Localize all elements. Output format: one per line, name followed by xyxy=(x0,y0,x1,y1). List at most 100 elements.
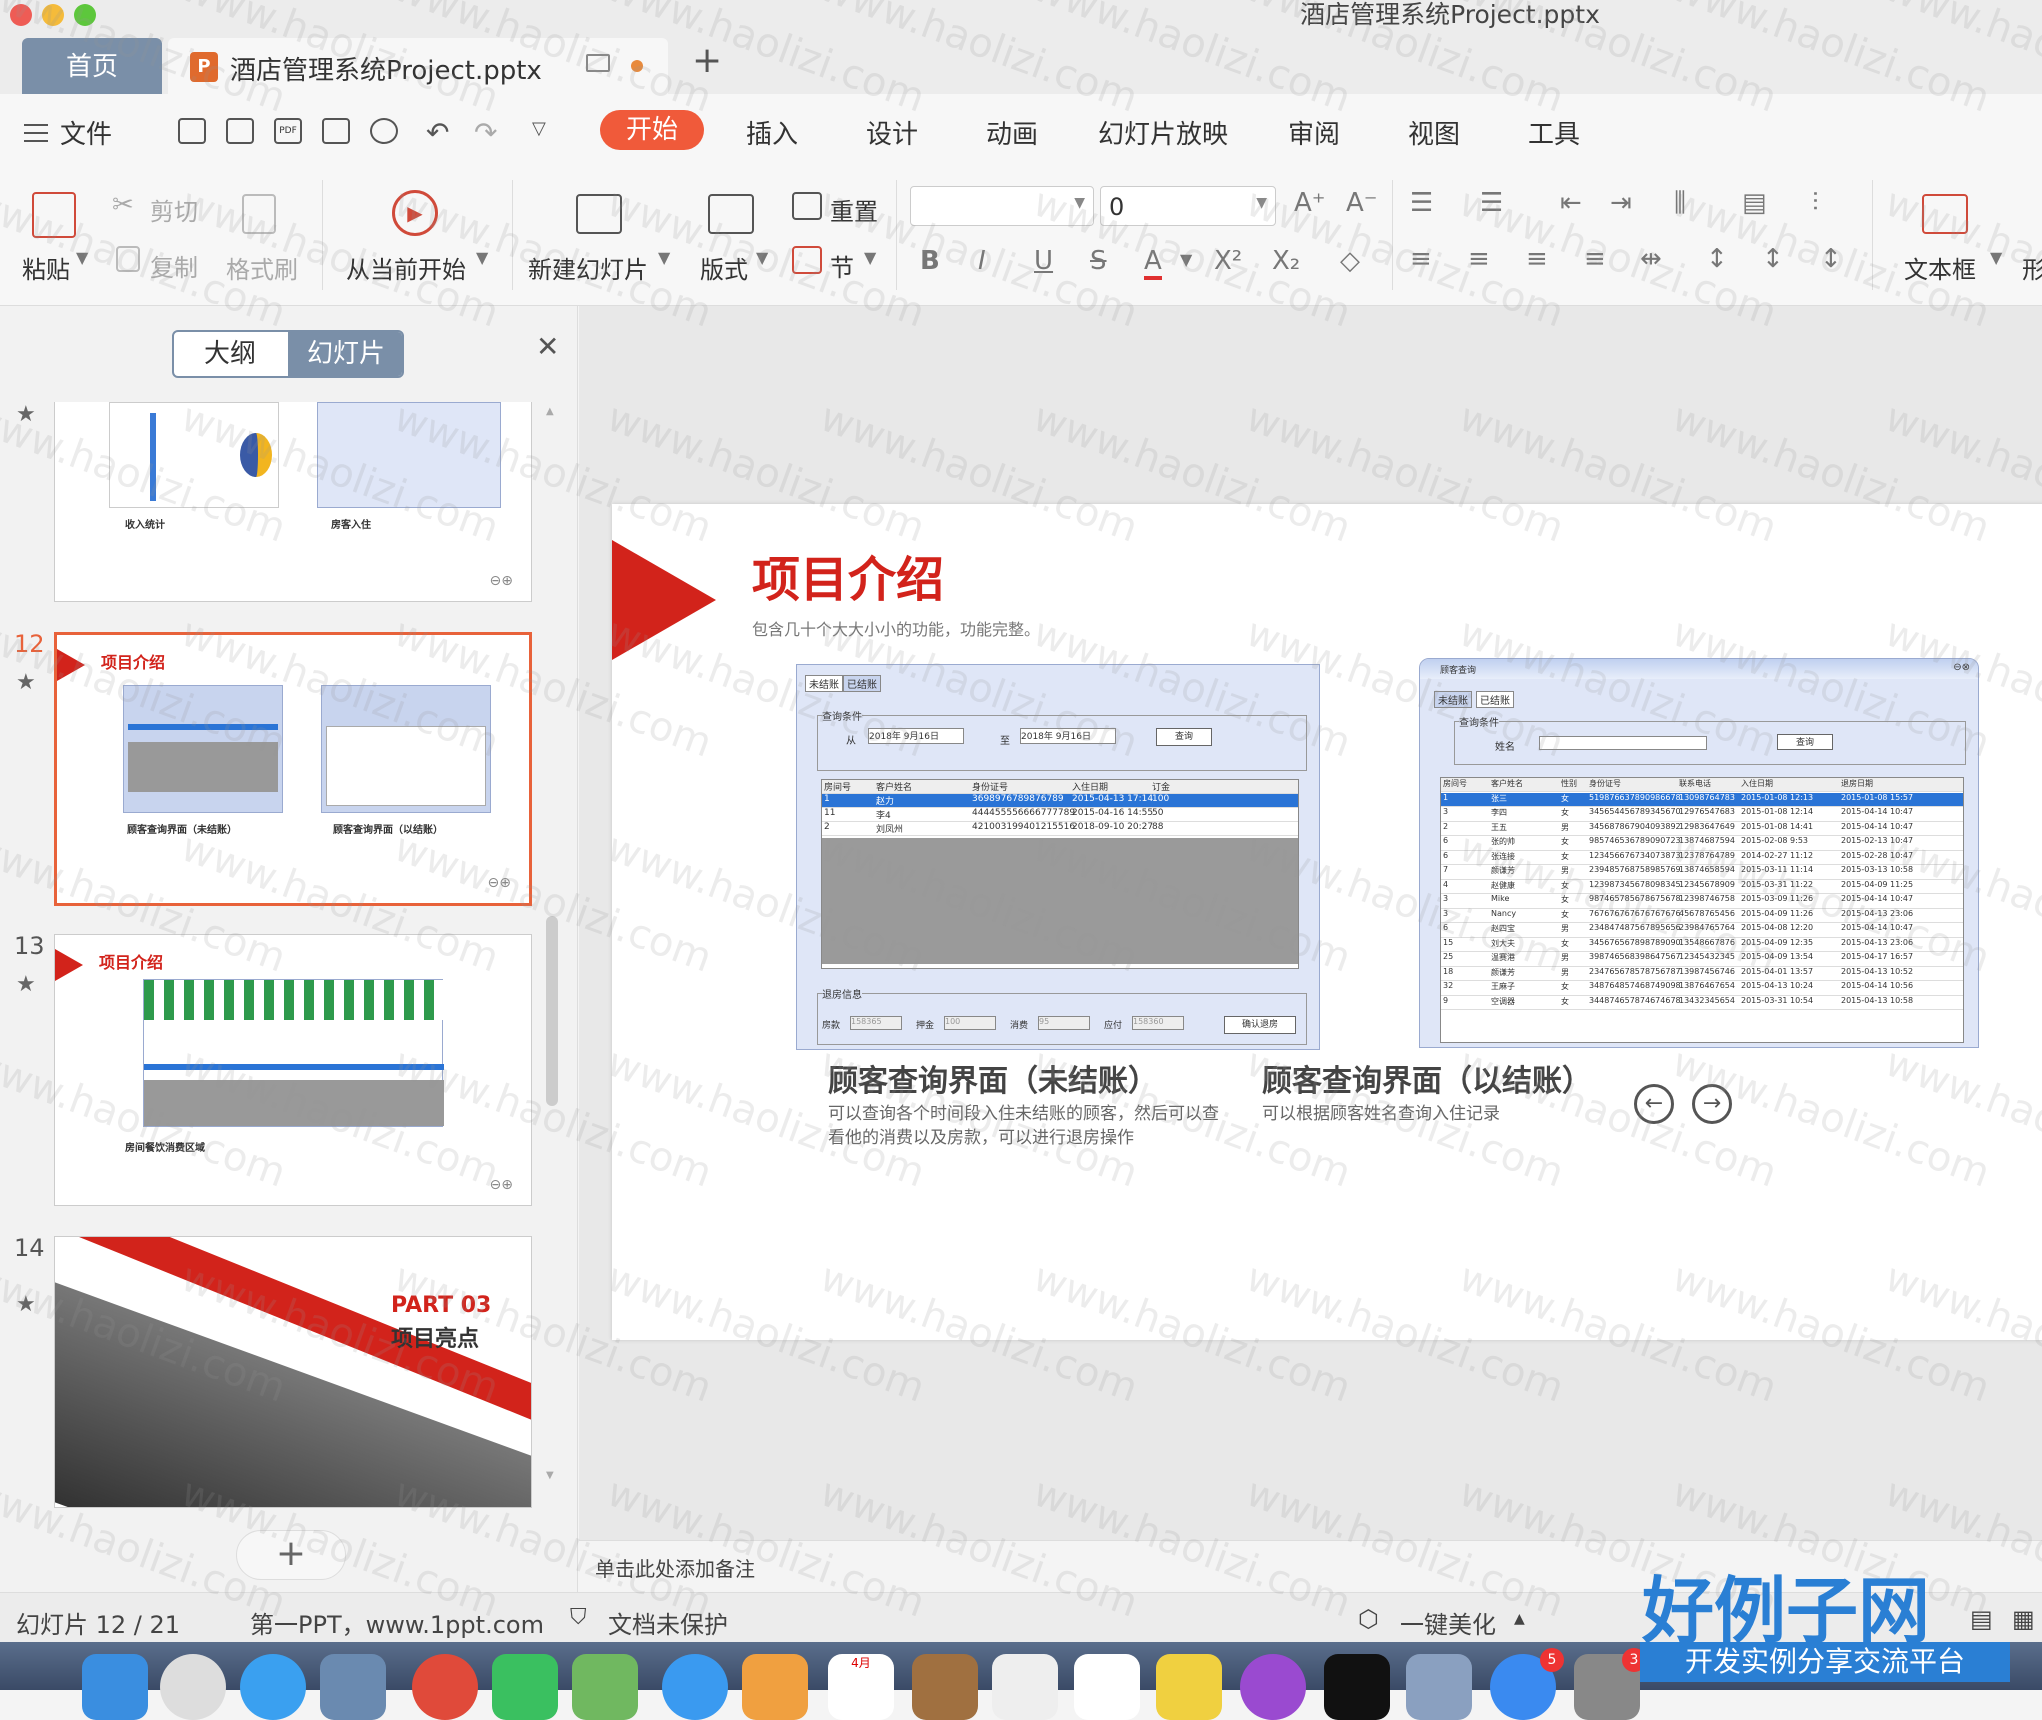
from-current-dropdown-icon[interactable]: ▼ xyxy=(476,248,488,267)
menu-review[interactable]: 审阅 xyxy=(1288,114,1340,151)
align-right-icon[interactable]: ≡ xyxy=(1526,244,1548,274)
zoom-window-button[interactable] xyxy=(74,4,96,26)
scrollbar-thumb[interactable] xyxy=(546,916,558,1106)
reset-icon[interactable] xyxy=(792,192,822,220)
decrease-font-icon[interactable]: A⁻ xyxy=(1346,188,1378,218)
from-current-button[interactable]: 从当前开始 xyxy=(346,250,466,285)
mail-icon[interactable] xyxy=(320,1654,386,1720)
maps-icon[interactable] xyxy=(572,1654,638,1720)
redo-icon[interactable]: ↷ xyxy=(474,116,497,149)
table-row[interactable]: 1 张三 女 519876637890986678 13098764783 2015-01… xyxy=(1441,792,1963,807)
photos-icon[interactable] xyxy=(742,1654,808,1720)
slide-thumbnail-13[interactable]: 项目介绍 房间餐饮消费区域 ⊖⊕ xyxy=(54,934,532,1206)
customize-dropdown-icon[interactable]: ▽ xyxy=(532,118,546,139)
caption-unpaid-desc-1[interactable]: 可以查询各个时间段入住未结账的顾客，然后可以查 xyxy=(828,1102,1219,1126)
align-left-icon[interactable]: ≡ xyxy=(1410,244,1432,274)
slide-title[interactable]: 项目介绍 xyxy=(752,540,944,610)
shape-button[interactable]: 形 xyxy=(2022,250,2042,285)
slide-thumbnail-11[interactable]: 收入统计 房客入住 ⊖⊕ xyxy=(54,402,532,602)
layout-button[interactable]: 版式 xyxy=(700,250,748,285)
tv-icon[interactable] xyxy=(1324,1654,1390,1720)
cut-button[interactable]: 剪切 xyxy=(150,192,198,227)
align-center-icon[interactable]: ≡ xyxy=(1468,244,1490,274)
paragraph-spacing-icon[interactable]: ↕ xyxy=(1762,244,1784,274)
tab-outline[interactable]: 大纲 xyxy=(174,332,286,376)
layout-dropdown-icon[interactable]: ▼ xyxy=(756,248,768,267)
strikethrough-icon[interactable]: S xyxy=(1090,246,1107,276)
notes-app-icon[interactable] xyxy=(1074,1654,1140,1720)
close-panel-icon[interactable]: ✕ xyxy=(536,330,559,363)
protection-status[interactable]: 文档未保护 xyxy=(608,1605,728,1640)
paste-button[interactable]: 粘贴 xyxy=(22,250,70,285)
table-row[interactable]: 9 空调器 女 344874657874674678 13432345654 2015-0… xyxy=(1441,996,1963,1010)
superscript-icon[interactable]: X² xyxy=(1214,246,1242,276)
section-dropdown-icon[interactable]: ▼ xyxy=(864,248,876,267)
table-row[interactable]: 11 李4 444455556666777789 2015-04-16 14:55 50 xyxy=(822,808,1298,822)
align-text-icon[interactable]: ⫶ xyxy=(1812,188,1819,219)
new-tab-button[interactable]: + xyxy=(692,40,722,81)
font-size-select[interactable]: 0 ▼ xyxy=(1100,186,1276,226)
slide-thumbnail-12[interactable]: 项目介绍 顾客查询界面（未结账） 顾客查询界面（以结账） ⊖⊕ xyxy=(54,632,532,906)
bold-icon[interactable]: B xyxy=(920,246,940,276)
slide-subtitle[interactable]: 包含几十个大大小小的功能，功能完整。 xyxy=(752,616,1040,640)
line-spacing-icon[interactable]: ↕ xyxy=(1706,244,1728,274)
print-preview-icon[interactable] xyxy=(370,118,398,144)
add-slide-button[interactable]: + xyxy=(236,1530,346,1580)
caption-unpaid-desc-2[interactable]: 看他的消费以及房款，可以进行退房操作 xyxy=(828,1126,1134,1150)
current-slide[interactable]: 项目介绍 包含几十个大大小小的功能，功能完整。 未结账 已结账 查询条件 从 2… xyxy=(612,504,2042,1340)
format-painter-button[interactable]: 格式刷 xyxy=(226,250,298,285)
screenshot-unpaid[interactable]: 未结账 已结账 查询条件 从 2018年 9月16日 至 2018年 9月16日… xyxy=(796,664,1320,1050)
screenshot-paid[interactable]: 顾客查询 ⊖⊗ 未结账 已结账 查询条件 姓名 查询 房间号 客户姓名 性别 身份证号… xyxy=(1419,658,1979,1048)
table-row[interactable]: 25 温赛港 男 398746568398647567 12345432345 2015-… xyxy=(1441,952,1963,967)
textbox-button[interactable]: 文本框 xyxy=(1904,250,1976,285)
text-direction-icon[interactable]: ⫼ xyxy=(1674,188,1686,219)
decrease-indent-icon[interactable]: ⇤ xyxy=(1560,188,1582,218)
new-slide-button[interactable]: 新建幻灯片 xyxy=(528,250,648,285)
save-icon[interactable] xyxy=(226,118,254,144)
section-button[interactable]: 节 xyxy=(830,248,854,283)
table-row[interactable]: 6 赵四宝 男 234847487567895656 23984765764 2015-0… xyxy=(1441,923,1963,938)
facetime-icon[interactable] xyxy=(492,1654,558,1720)
menu-design[interactable]: 设计 xyxy=(866,114,918,151)
paste-dropdown-icon[interactable]: ▼ xyxy=(76,248,88,267)
table-row[interactable]: 6 张连接 女 123456676734073873 12378764789 2014-0… xyxy=(1441,851,1963,865)
numbering-icon[interactable]: ☰ xyxy=(1480,188,1503,218)
minimize-window-button[interactable] xyxy=(42,4,64,26)
calendar-icon[interactable]: 4月 xyxy=(828,1654,894,1720)
contacts-icon[interactable] xyxy=(912,1654,978,1720)
undo-icon[interactable]: ↶ xyxy=(426,116,449,149)
table-row[interactable]: 32 王麻子 女 348764857468749098 13876467654 2015-… xyxy=(1441,981,1963,996)
reset-button[interactable]: 重置 xyxy=(830,192,878,227)
caption-unpaid[interactable]: 顾客查询界面（未结账） xyxy=(828,1056,1158,1100)
reminders-icon[interactable] xyxy=(992,1654,1058,1720)
paragraph-settings-icon[interactable]: ↕ xyxy=(1820,244,1842,274)
new-slide-icon[interactable] xyxy=(576,194,622,234)
columns-icon[interactable]: ▤ xyxy=(1742,188,1767,218)
menu-start[interactable]: 开始 xyxy=(600,110,704,150)
prev-arrow-icon[interactable]: ← xyxy=(1634,1084,1674,1124)
launchpad-icon[interactable] xyxy=(160,1654,226,1720)
table-row[interactable]: 2 王五 男 345687867904093892 12983647649 2015-01… xyxy=(1441,822,1963,836)
podcasts-icon[interactable] xyxy=(1240,1654,1306,1720)
clear-format-icon[interactable]: ◇ xyxy=(1340,246,1360,276)
copy-button[interactable]: 复制 xyxy=(150,248,198,283)
export-pdf-icon[interactable]: PDF xyxy=(274,118,302,144)
italic-icon[interactable]: I xyxy=(978,246,986,276)
menu-insert[interactable]: 插入 xyxy=(746,114,798,151)
appstore-icon[interactable] xyxy=(662,1654,728,1720)
tab-home[interactable]: 首页 xyxy=(22,38,162,94)
menu-slideshow[interactable]: 幻灯片放映 xyxy=(1098,114,1228,151)
hamburger-icon[interactable] xyxy=(24,124,48,142)
stickies-icon[interactable] xyxy=(1156,1654,1222,1720)
font-color-icon[interactable]: A xyxy=(1144,246,1162,280)
panel-scrollbar[interactable]: ▲ ▼ xyxy=(546,406,558,1486)
bullets-icon[interactable]: ☰ xyxy=(1410,188,1433,218)
underline-icon[interactable]: U xyxy=(1034,246,1053,276)
table-row[interactable]: 3 李四 女 345654456789345670 12976547683 2015-01… xyxy=(1441,807,1963,822)
menu-tools[interactable]: 工具 xyxy=(1528,114,1580,151)
font-family-select[interactable]: ▼ xyxy=(910,186,1094,226)
finder-icon[interactable] xyxy=(82,1654,148,1720)
menu-file[interactable]: 文件 xyxy=(60,114,112,151)
table-row[interactable]: 1 赵力 3698976789876789 2015-04-13 17:14 100 xyxy=(822,794,1298,808)
layout-icon[interactable] xyxy=(708,194,754,234)
